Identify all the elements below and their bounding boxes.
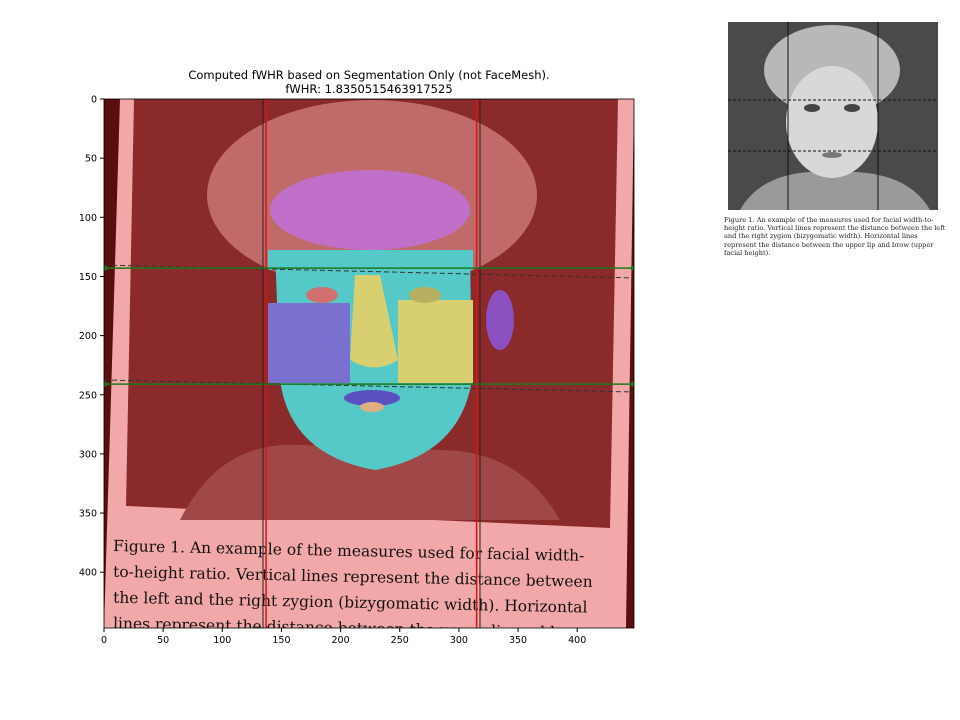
y-tick-label: 400 (79, 568, 97, 579)
left-cheek-segment (268, 303, 350, 383)
x-tick-label: 0 (101, 635, 107, 646)
reference-caption: Figure 1. An example of the measures use… (724, 216, 946, 257)
chart-title-line1: Computed fWHR based on Segmentation Only… (188, 68, 549, 82)
y-tick-label: 100 (79, 213, 97, 224)
x-tick-label: 150 (272, 635, 290, 646)
x-tick-label: 250 (391, 635, 409, 646)
reference-face (786, 66, 878, 178)
y-axis: 0 50 100 150 200 250 300 350 400 (79, 95, 104, 579)
y-tick-label: 350 (79, 509, 97, 520)
line-endpoint (630, 381, 634, 387)
y-tick-label: 50 (85, 154, 97, 165)
reference-photo (728, 22, 938, 210)
x-tick-label: 300 (450, 635, 468, 646)
y-tick-label: 250 (79, 390, 97, 401)
x-tick-label: 350 (509, 635, 527, 646)
hair-segment (270, 170, 470, 250)
x-tick-label: 100 (213, 635, 231, 646)
image-caption-line: (upper facial height). (113, 640, 280, 661)
right-eye (409, 287, 441, 303)
left-eye (306, 287, 338, 303)
y-tick-label: 200 (79, 331, 97, 342)
reference-eye-left (804, 104, 820, 112)
ear-segment (486, 290, 514, 350)
right-cheek-segment (398, 300, 473, 383)
chart-title-line2: fWHR: 1.8350515463917525 (285, 82, 452, 96)
y-tick-label: 150 (79, 272, 97, 283)
reference-mouth (822, 152, 842, 158)
x-axis: 0 50 100 150 200 250 300 350 400 (101, 628, 586, 646)
lower-lip (360, 402, 384, 412)
line-endpoint (630, 265, 634, 271)
line-endpoint (104, 265, 108, 271)
line-endpoint (104, 381, 108, 387)
segmented-image: Figure 1. An example of the measures use… (103, 98, 635, 661)
figure: Computed fWHR based on Segmentation Only… (79, 22, 938, 661)
y-tick-label: 300 (79, 449, 97, 460)
x-tick-label: 50 (157, 635, 169, 646)
forehead-band (268, 250, 473, 270)
reference-eye-right (844, 104, 860, 112)
x-tick-label: 200 (332, 635, 350, 646)
x-tick-label: 400 (568, 635, 586, 646)
y-tick-label: 0 (91, 95, 97, 106)
